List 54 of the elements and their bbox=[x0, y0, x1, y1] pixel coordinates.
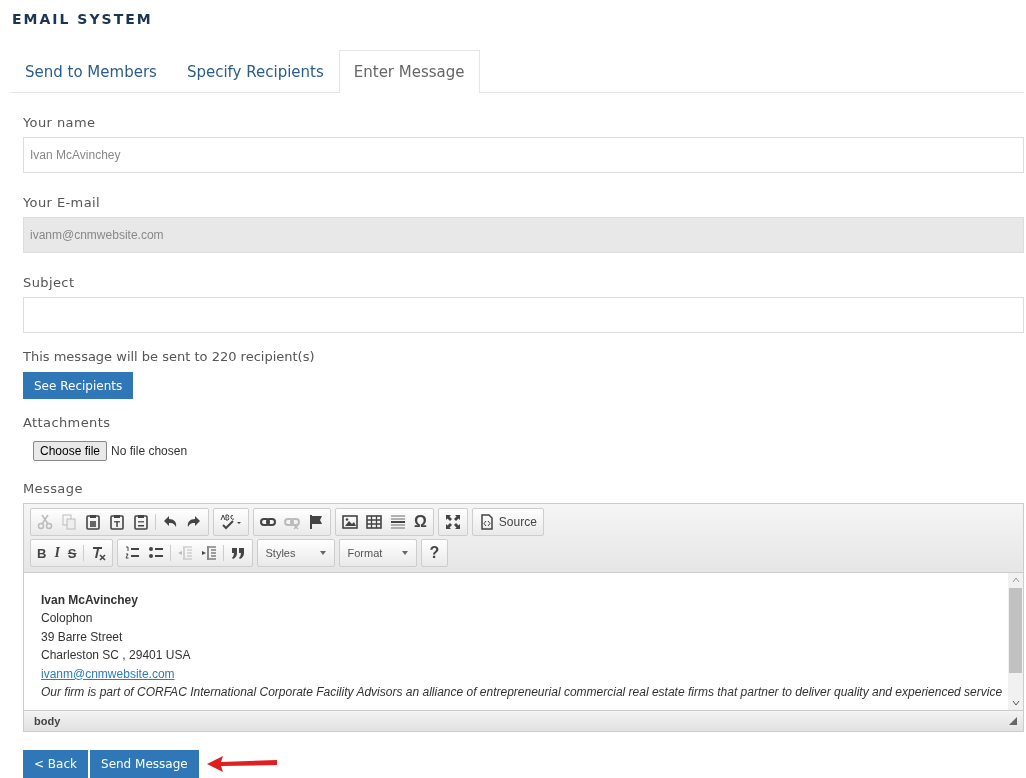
scissors-icon bbox=[37, 514, 53, 530]
indent-icon bbox=[200, 545, 217, 561]
outdent-icon bbox=[176, 545, 193, 561]
message-line: Charleston SC , 29401 USA bbox=[41, 647, 191, 665]
quote-icon bbox=[229, 545, 246, 561]
message-line: Ivan McAvinchey bbox=[41, 592, 138, 609]
horizontal-line-icon bbox=[390, 514, 406, 530]
tab[interactable]: Send to Members bbox=[10, 50, 172, 93]
image-icon bbox=[342, 514, 358, 530]
strike-button[interactable]: S bbox=[63, 543, 81, 563]
caret-icon bbox=[319, 551, 326, 555]
recipients-note: This message will be sent to 220 recipient(s) bbox=[23, 349, 316, 365]
numbered-list-icon bbox=[123, 545, 140, 561]
document-icon bbox=[478, 514, 495, 530]
special-character-button[interactable]: Ω bbox=[410, 512, 431, 532]
back-button[interactable]: < Back bbox=[23, 750, 88, 778]
flag-icon bbox=[308, 514, 324, 530]
field-label: Your E-mail bbox=[23, 195, 102, 211]
field-label: Attachments bbox=[23, 415, 112, 431]
maximize-icon bbox=[444, 514, 461, 530]
see-recipients-button[interactable]: See Recipients bbox=[23, 372, 134, 399]
help-button[interactable]: ? bbox=[423, 543, 446, 563]
file-status: No file chosen bbox=[111, 444, 188, 458]
caret-icon bbox=[401, 551, 408, 555]
send-message-button[interactable]: Send Message bbox=[90, 750, 199, 778]
italic-button[interactable]: I bbox=[50, 543, 64, 563]
email-link[interactable]: ivanm@cnmwebsite.com bbox=[41, 664, 175, 684]
copy-icon bbox=[61, 514, 77, 530]
resize-handle-icon[interactable] bbox=[1009, 717, 1017, 725]
message-line: Our firm is part of CORFAC International Corporate Facility Advisors an alliance of entrepreneurial commercial real estate firms that partner to deliver quality and experienced service bbox=[41, 684, 1003, 702]
table-icon bbox=[366, 514, 382, 530]
choose-file-button[interactable]: Choose file bbox=[33, 441, 108, 461]
field-label: Your name bbox=[23, 115, 97, 131]
bold-button[interactable]: B bbox=[33, 543, 51, 563]
scrollbar[interactable] bbox=[1008, 573, 1023, 710]
paste-icon bbox=[85, 514, 101, 530]
message-line: 39 Barre Street bbox=[41, 628, 123, 646]
style-dropdown[interactable]: Styles bbox=[259, 543, 332, 563]
text-field[interactable]: Ivan McAvinchey bbox=[23, 137, 1024, 173]
style-dropdown[interactable]: Format bbox=[341, 543, 414, 563]
spellcheck-icon bbox=[220, 514, 242, 530]
scroll-down-icon[interactable] bbox=[1011, 699, 1020, 707]
page-title: EMAIL SYSTEM bbox=[12, 10, 154, 28]
element-path: body bbox=[34, 715, 61, 727]
paste-word-icon bbox=[133, 514, 149, 530]
bullet-list-icon bbox=[147, 545, 164, 561]
text-field[interactable] bbox=[23, 297, 1024, 333]
message-line: Colophon bbox=[41, 610, 93, 628]
field-label: Subject bbox=[23, 275, 76, 291]
paste-text-icon bbox=[109, 514, 125, 530]
tab[interactable]: Specify Recipients bbox=[171, 50, 339, 93]
tab[interactable]: Enter Message bbox=[338, 50, 480, 93]
source-button[interactable]: Source bbox=[474, 512, 541, 532]
field-label: Message bbox=[23, 481, 84, 497]
